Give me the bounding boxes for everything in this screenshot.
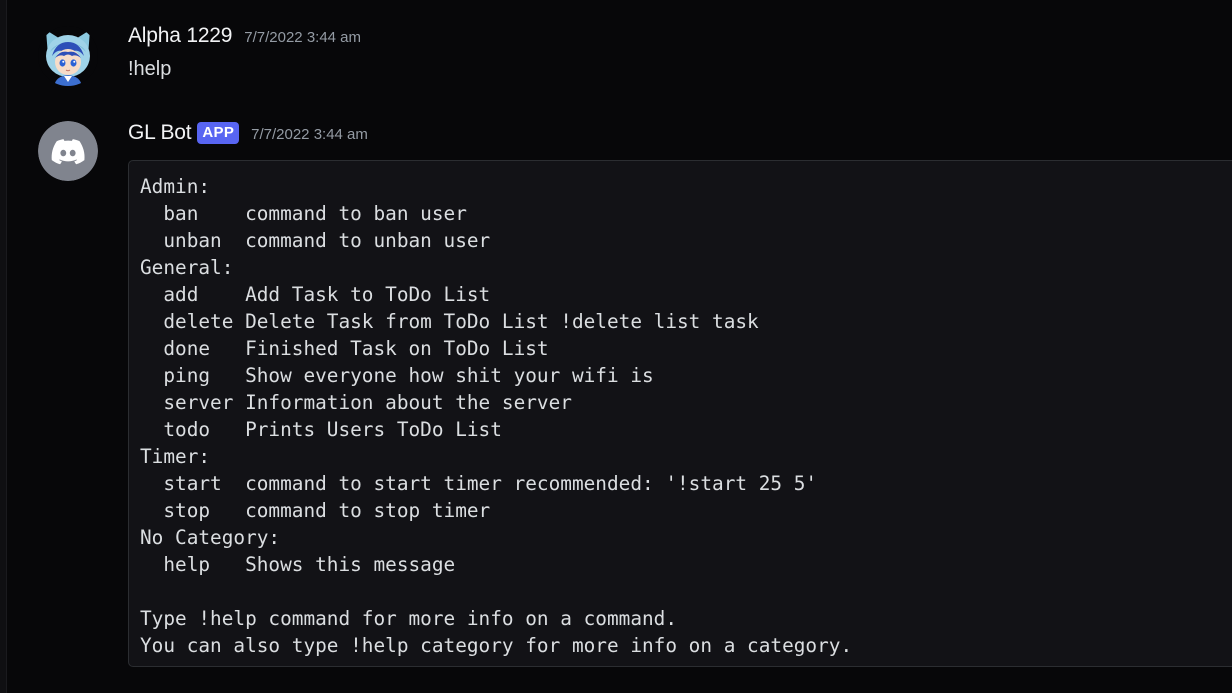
code-line: ping Show everyone how shit your wifi is [140,364,654,387]
username[interactable]: GL Bot [128,121,192,145]
code-line: help Shows this message [140,553,456,576]
code-line: add Add Task to ToDo List [140,283,491,306]
code-line: General: [140,256,234,279]
code-line: Timer: [140,445,211,468]
username[interactable]: Alpha 1229 [128,24,232,48]
bot-avatar[interactable] [38,121,98,181]
code-line: unban command to unban user [140,229,491,252]
code-line: server Information about the server [140,391,572,414]
message-header: GL Bot APP 7/7/2022 3:44 am [128,121,368,145]
code-line: stop command to stop timer [140,499,491,522]
message-content: !help [128,58,172,80]
timestamp[interactable]: 7/7/2022 3:44 am [251,126,368,143]
code-line: done Finished Task on ToDo List [140,337,549,360]
scroll-edge [0,0,7,693]
code-line: You can also type !help category for mor… [140,634,853,657]
code-line: Admin: [140,175,211,198]
app-badge: APP [197,122,240,144]
code-line: start command to start timer recommended… [140,472,818,495]
code-line: No Category: [140,526,281,549]
chat-messages: Alpha 1229 7/7/2022 3:44 am !help GL Bot… [0,0,1232,693]
code-block[interactable]: Admin: ban command to ban user unban com… [128,160,1232,667]
user-avatar[interactable] [38,26,98,86]
anime-avatar-icon [38,26,98,86]
code-line: ban command to ban user [140,202,467,225]
message-header: Alpha 1229 7/7/2022 3:44 am [128,24,361,48]
timestamp[interactable]: 7/7/2022 3:44 am [244,29,361,46]
code-line: todo Prints Users ToDo List [140,418,502,441]
code-line: delete Delete Task from ToDo List !delet… [140,310,759,333]
discord-logo-icon [38,121,98,181]
code-line: Type !help command for more info on a co… [140,607,678,630]
